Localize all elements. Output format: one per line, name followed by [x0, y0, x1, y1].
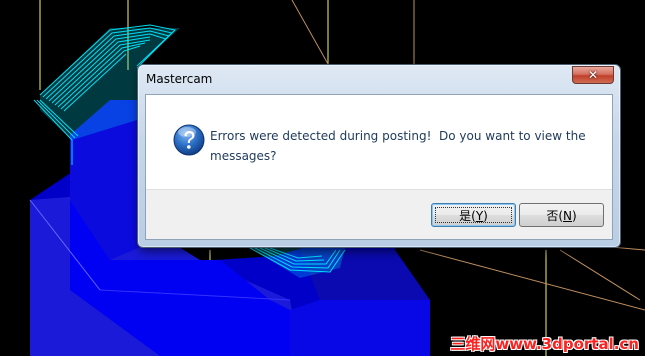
yes-button[interactable]: 是(Y)	[431, 203, 516, 227]
focus-rectangle	[435, 207, 512, 223]
message-dialog: Mastercam ✕ Errors were detected during …	[137, 64, 621, 248]
no-button[interactable]: 否(N)	[519, 203, 604, 227]
dialog-message: Errors were detected during posting! Do …	[210, 129, 590, 163]
no-button-label: 否(N)	[546, 208, 577, 223]
close-button[interactable]: ✕	[572, 66, 614, 84]
close-icon: ✕	[587, 68, 599, 82]
message-area: Errors were detected during posting! Do …	[146, 95, 612, 189]
question-icon	[173, 124, 205, 156]
site-watermark: 三维网www.3dportal.cn	[450, 335, 639, 353]
dialog-title: Mastercam	[146, 72, 213, 86]
button-bar: 是(Y) 否(N)	[146, 189, 612, 239]
dialog-client-area: Errors were detected during posting! Do …	[145, 94, 613, 240]
